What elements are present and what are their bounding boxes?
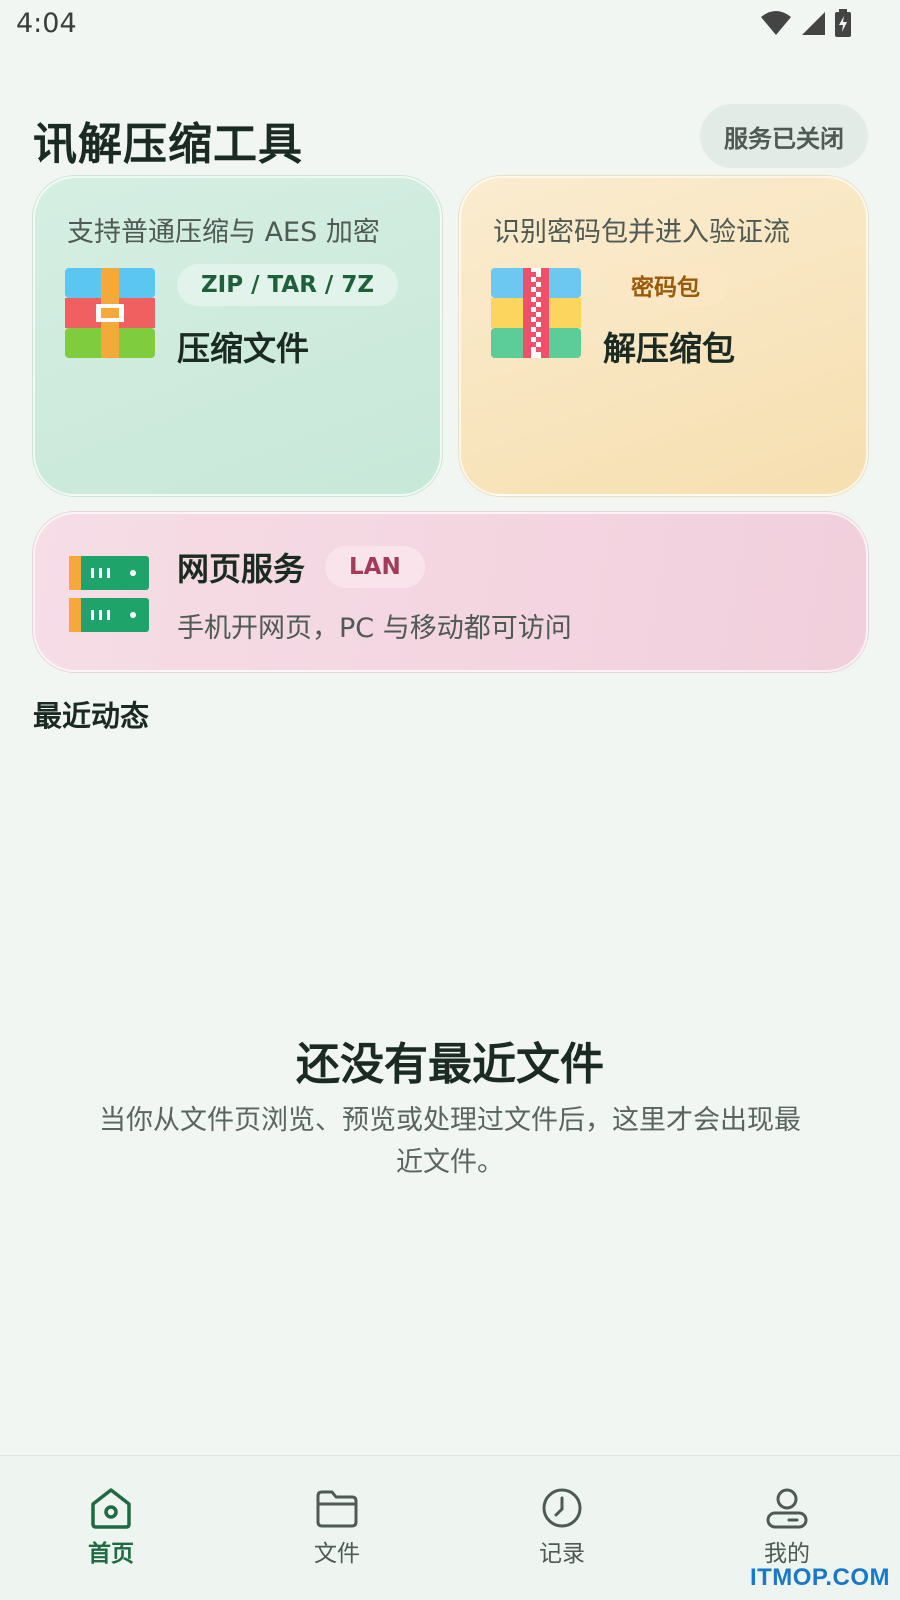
compress-file-card[interactable]: 支持普通压缩与 AES 加密 ZIP / TAR / 7Z 压缩文件: [33, 176, 442, 496]
zipped-archive-icon: [491, 268, 581, 358]
nav-label-home: 首页: [88, 1541, 134, 1567]
nav-item-profile[interactable]: 我的: [727, 1486, 847, 1568]
status-time: 4:04: [16, 8, 77, 39]
home-icon: [91, 1488, 131, 1529]
bottom-nav: 首页 文件 记录 我的 ITMOP.COM: [0, 1455, 900, 1600]
web-service-description: 手机开网页，PC 与移动都可访问: [177, 613, 572, 644]
nav-item-files[interactable]: 文件: [277, 1486, 397, 1568]
archive-box-icon: [65, 268, 155, 358]
app-title: 讯解压缩工具: [33, 119, 303, 170]
extract-card-name: 解压缩包: [603, 329, 735, 368]
web-service-card[interactable]: 网页服务 LAN 手机开网页，PC 与移动都可访问: [33, 512, 868, 672]
empty-state-description: 当你从文件页浏览、预览或处理过文件后，这里才会出现最近文件。: [99, 1105, 801, 1178]
web-service-title: 网页服务: [177, 550, 306, 588]
nav-item-records[interactable]: 记录: [502, 1486, 622, 1568]
extract-archive-card[interactable]: 识别密码包并进入验证流 密码包 解压缩包: [459, 176, 868, 496]
nav-label-files: 文件: [314, 1541, 360, 1567]
status-bar: 4:04: [0, 0, 900, 50]
service-status-button[interactable]: 服务已关闭: [700, 104, 868, 168]
watermark: ITMOP.COM: [749, 1564, 890, 1591]
compress-card-description: 支持普通压缩与 AES 加密: [67, 217, 380, 248]
extract-card-description: 识别密码包并进入验证流: [493, 217, 790, 248]
wifi-icon: [761, 11, 791, 35]
nav-label-profile: 我的: [764, 1541, 810, 1567]
status-icons: [760, 9, 852, 37]
nav-label-records: 记录: [539, 1541, 585, 1567]
nav-item-home[interactable]: 首页: [51, 1486, 171, 1568]
signal-icon: [802, 12, 825, 35]
folder-icon: [316, 1490, 358, 1528]
server-icon: [69, 556, 149, 632]
user-icon: [766, 1488, 808, 1529]
battery-icon: [835, 9, 851, 37]
compress-format-tag: ZIP / TAR / 7Z: [177, 264, 399, 306]
password-package-tag: 密码包: [603, 264, 728, 306]
empty-state-title: 还没有最近文件: [296, 1039, 604, 1090]
recent-section-title: 最近动态: [33, 699, 150, 733]
compress-card-name: 压缩文件: [177, 329, 309, 368]
clock-icon: [542, 1488, 582, 1528]
lan-tag: LAN: [325, 546, 425, 588]
